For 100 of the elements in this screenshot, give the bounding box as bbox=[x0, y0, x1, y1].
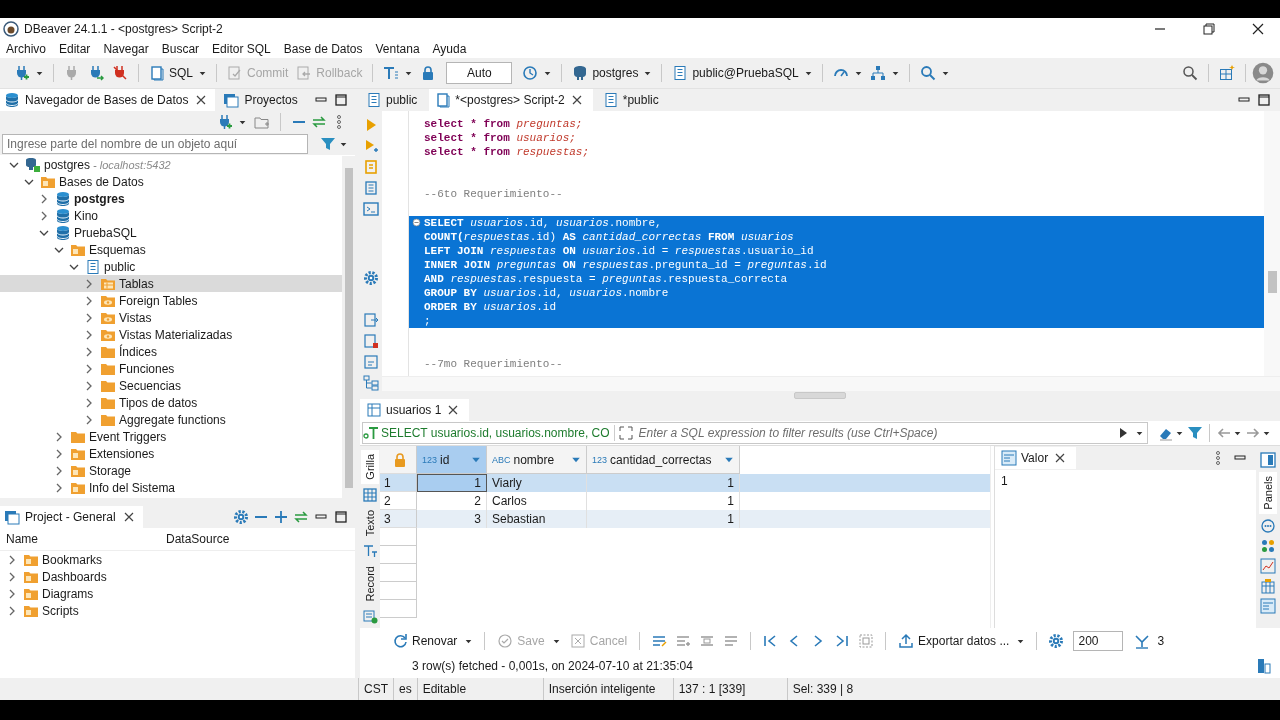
panel-tab[interactable]: Proyectos bbox=[219, 89, 304, 111]
link-icon[interactable] bbox=[293, 509, 309, 525]
outline-icon[interactable] bbox=[363, 375, 379, 391]
export-button[interactable]: Exportar datos ... bbox=[894, 631, 1014, 651]
settings-icon[interactable] bbox=[1048, 633, 1065, 649]
tree-item[interactable]: Storage bbox=[0, 462, 342, 479]
filter-field[interactable]: Ingrese parte del nombre de un objeto aquí bbox=[2, 134, 308, 154]
fold-icon[interactable] bbox=[411, 216, 422, 228]
fetch-icon[interactable] bbox=[1134, 633, 1151, 649]
document-icon[interactable] bbox=[363, 180, 379, 196]
table-row[interactable]: 3 3 Sebastian 1 bbox=[380, 510, 990, 528]
tree-item[interactable]: Funciones bbox=[0, 360, 342, 377]
column-header[interactable]: Name bbox=[0, 532, 160, 546]
editor-tab[interactable]: *public bbox=[596, 89, 667, 111]
panels-icon[interactable] bbox=[1260, 452, 1276, 468]
dots-icon[interactable] bbox=[1260, 517, 1276, 534]
tree-item[interactable]: Vistas bbox=[0, 309, 342, 326]
menu-item[interactable]: Ventana bbox=[375, 42, 420, 56]
add-icon[interactable] bbox=[273, 509, 289, 525]
settings-icon[interactable] bbox=[363, 269, 379, 286]
view-tab[interactable]: Record bbox=[361, 561, 379, 606]
transaction-mode-field[interactable]: Auto bbox=[446, 62, 513, 84]
settings-icon[interactable] bbox=[233, 509, 249, 525]
view-tab[interactable]: Texto bbox=[361, 505, 379, 540]
tree-item[interactable]: Bases de Datos bbox=[0, 173, 342, 190]
tree-item[interactable]: public bbox=[0, 258, 342, 275]
filter-bar[interactable]: SELECT usuarios.id, usuarios.nombre, CO Enter a SQL expression to filter results (use Ctrl+Space) bbox=[362, 422, 1148, 444]
run-new-tab-icon[interactable] bbox=[363, 138, 379, 154]
tree-item[interactable]: Tablas bbox=[0, 275, 342, 292]
connection-selector[interactable]: postgres bbox=[568, 63, 643, 83]
new-connection-icon[interactable] bbox=[14, 65, 30, 81]
column-header[interactable]: DataSource bbox=[160, 532, 320, 546]
export-icon[interactable] bbox=[363, 312, 379, 328]
avatar-icon[interactable] bbox=[1252, 62, 1274, 84]
edit-rows-icon[interactable] bbox=[651, 633, 668, 649]
calculator-icon[interactable] bbox=[1260, 577, 1276, 594]
tree-item[interactable]: Foreign Tables bbox=[0, 292, 342, 309]
document-icon[interactable] bbox=[363, 333, 379, 349]
tree-item[interactable]: Aggregate functions bbox=[0, 411, 342, 428]
tree-item[interactable]: PruebaSQL bbox=[0, 224, 342, 241]
column-header[interactable]: ABC nombre bbox=[487, 446, 587, 474]
tree-item[interactable]: postgres - localhost:5432 bbox=[0, 156, 342, 173]
sql-editor-button[interactable]: SQL bbox=[145, 63, 197, 83]
last-icon[interactable] bbox=[834, 633, 851, 649]
chart-icon[interactable] bbox=[1260, 557, 1276, 574]
menu-item[interactable]: Navegar bbox=[103, 42, 149, 56]
fetch-size-field[interactable]: 200 bbox=[1073, 631, 1124, 651]
schema-selector[interactable]: public@PruebaSQL bbox=[668, 63, 803, 83]
tree-item[interactable]: postgres bbox=[0, 190, 342, 207]
table-row[interactable]: 1 1 Viarly 1 bbox=[380, 474, 990, 492]
tree-item[interactable]: Índices bbox=[0, 343, 342, 360]
search-icon[interactable] bbox=[1182, 65, 1198, 81]
text-icon[interactable] bbox=[362, 542, 378, 559]
tree-item[interactable]: Extensiones bbox=[0, 445, 342, 462]
hierarchy-icon[interactable] bbox=[869, 65, 886, 81]
tree-item[interactable]: Info del Sistema bbox=[0, 479, 342, 496]
perspective-icon[interactable] bbox=[1219, 65, 1235, 81]
tree-item[interactable]: Vistas Materializadas bbox=[0, 326, 342, 343]
tree-item[interactable]: Secuencias bbox=[0, 377, 342, 394]
maximize-icon[interactable] bbox=[333, 509, 349, 525]
maximize-icon[interactable] bbox=[333, 92, 349, 108]
editor-tab[interactable]: *<postgres> Script-2 bbox=[429, 89, 593, 111]
record-icon[interactable] bbox=[362, 608, 378, 625]
reconnect-icon[interactable] bbox=[88, 65, 104, 81]
refresh-button[interactable]: Renovar bbox=[388, 631, 462, 651]
new-connection-icon[interactable] bbox=[217, 114, 233, 130]
menu-item[interactable]: Buscar bbox=[161, 42, 200, 56]
tree-label[interactable]: Scripts bbox=[42, 603, 79, 618]
grid-icon[interactable] bbox=[362, 486, 378, 503]
tree-label[interactable]: Diagrams bbox=[42, 586, 94, 601]
editor-tab[interactable]: public bbox=[360, 89, 426, 111]
tree-label[interactable]: Dashboards bbox=[42, 569, 107, 584]
format-icon[interactable] bbox=[383, 65, 400, 81]
tree-label[interactable]: Bookmarks bbox=[42, 552, 103, 567]
terminal-icon[interactable] bbox=[363, 201, 379, 217]
splitter-handle[interactable] bbox=[794, 391, 846, 399]
link-icon[interactable] bbox=[311, 114, 327, 130]
menu-item[interactable]: Ayuda bbox=[432, 42, 467, 56]
sidebar-icon[interactable] bbox=[1256, 658, 1272, 674]
value-panel-tab[interactable]: Valor bbox=[995, 447, 1077, 469]
history-icon[interactable] bbox=[522, 65, 539, 81]
scrollbar[interactable] bbox=[382, 376, 1280, 391]
panel-tab[interactable]: Project - General bbox=[0, 506, 143, 528]
document-icon[interactable] bbox=[363, 354, 379, 370]
menu-item[interactable]: Editor SQL bbox=[212, 42, 271, 56]
circles-icon[interactable] bbox=[1260, 537, 1276, 554]
tree-item[interactable]: Esquemas bbox=[0, 241, 342, 258]
panel-tab[interactable]: Navegador de Bases de Datos bbox=[0, 89, 216, 111]
column-header[interactable]: 123 cantidad_correctas bbox=[587, 446, 740, 474]
view-tab[interactable]: Grilla bbox=[361, 450, 379, 484]
tree-item[interactable]: Event Triggers bbox=[0, 428, 342, 445]
maximize-icon[interactable] bbox=[1256, 92, 1272, 108]
scrollbar[interactable] bbox=[342, 156, 355, 498]
tree-item[interactable]: Kino bbox=[0, 207, 342, 224]
new-folder-icon[interactable] bbox=[254, 114, 270, 130]
panels-tab[interactable]: Panels bbox=[1259, 472, 1277, 514]
search-icon[interactable] bbox=[919, 65, 936, 81]
filter-icon[interactable] bbox=[1187, 425, 1203, 441]
expand-icon[interactable] bbox=[617, 425, 634, 441]
tree-item[interactable]: Tipos de datos bbox=[0, 394, 342, 411]
